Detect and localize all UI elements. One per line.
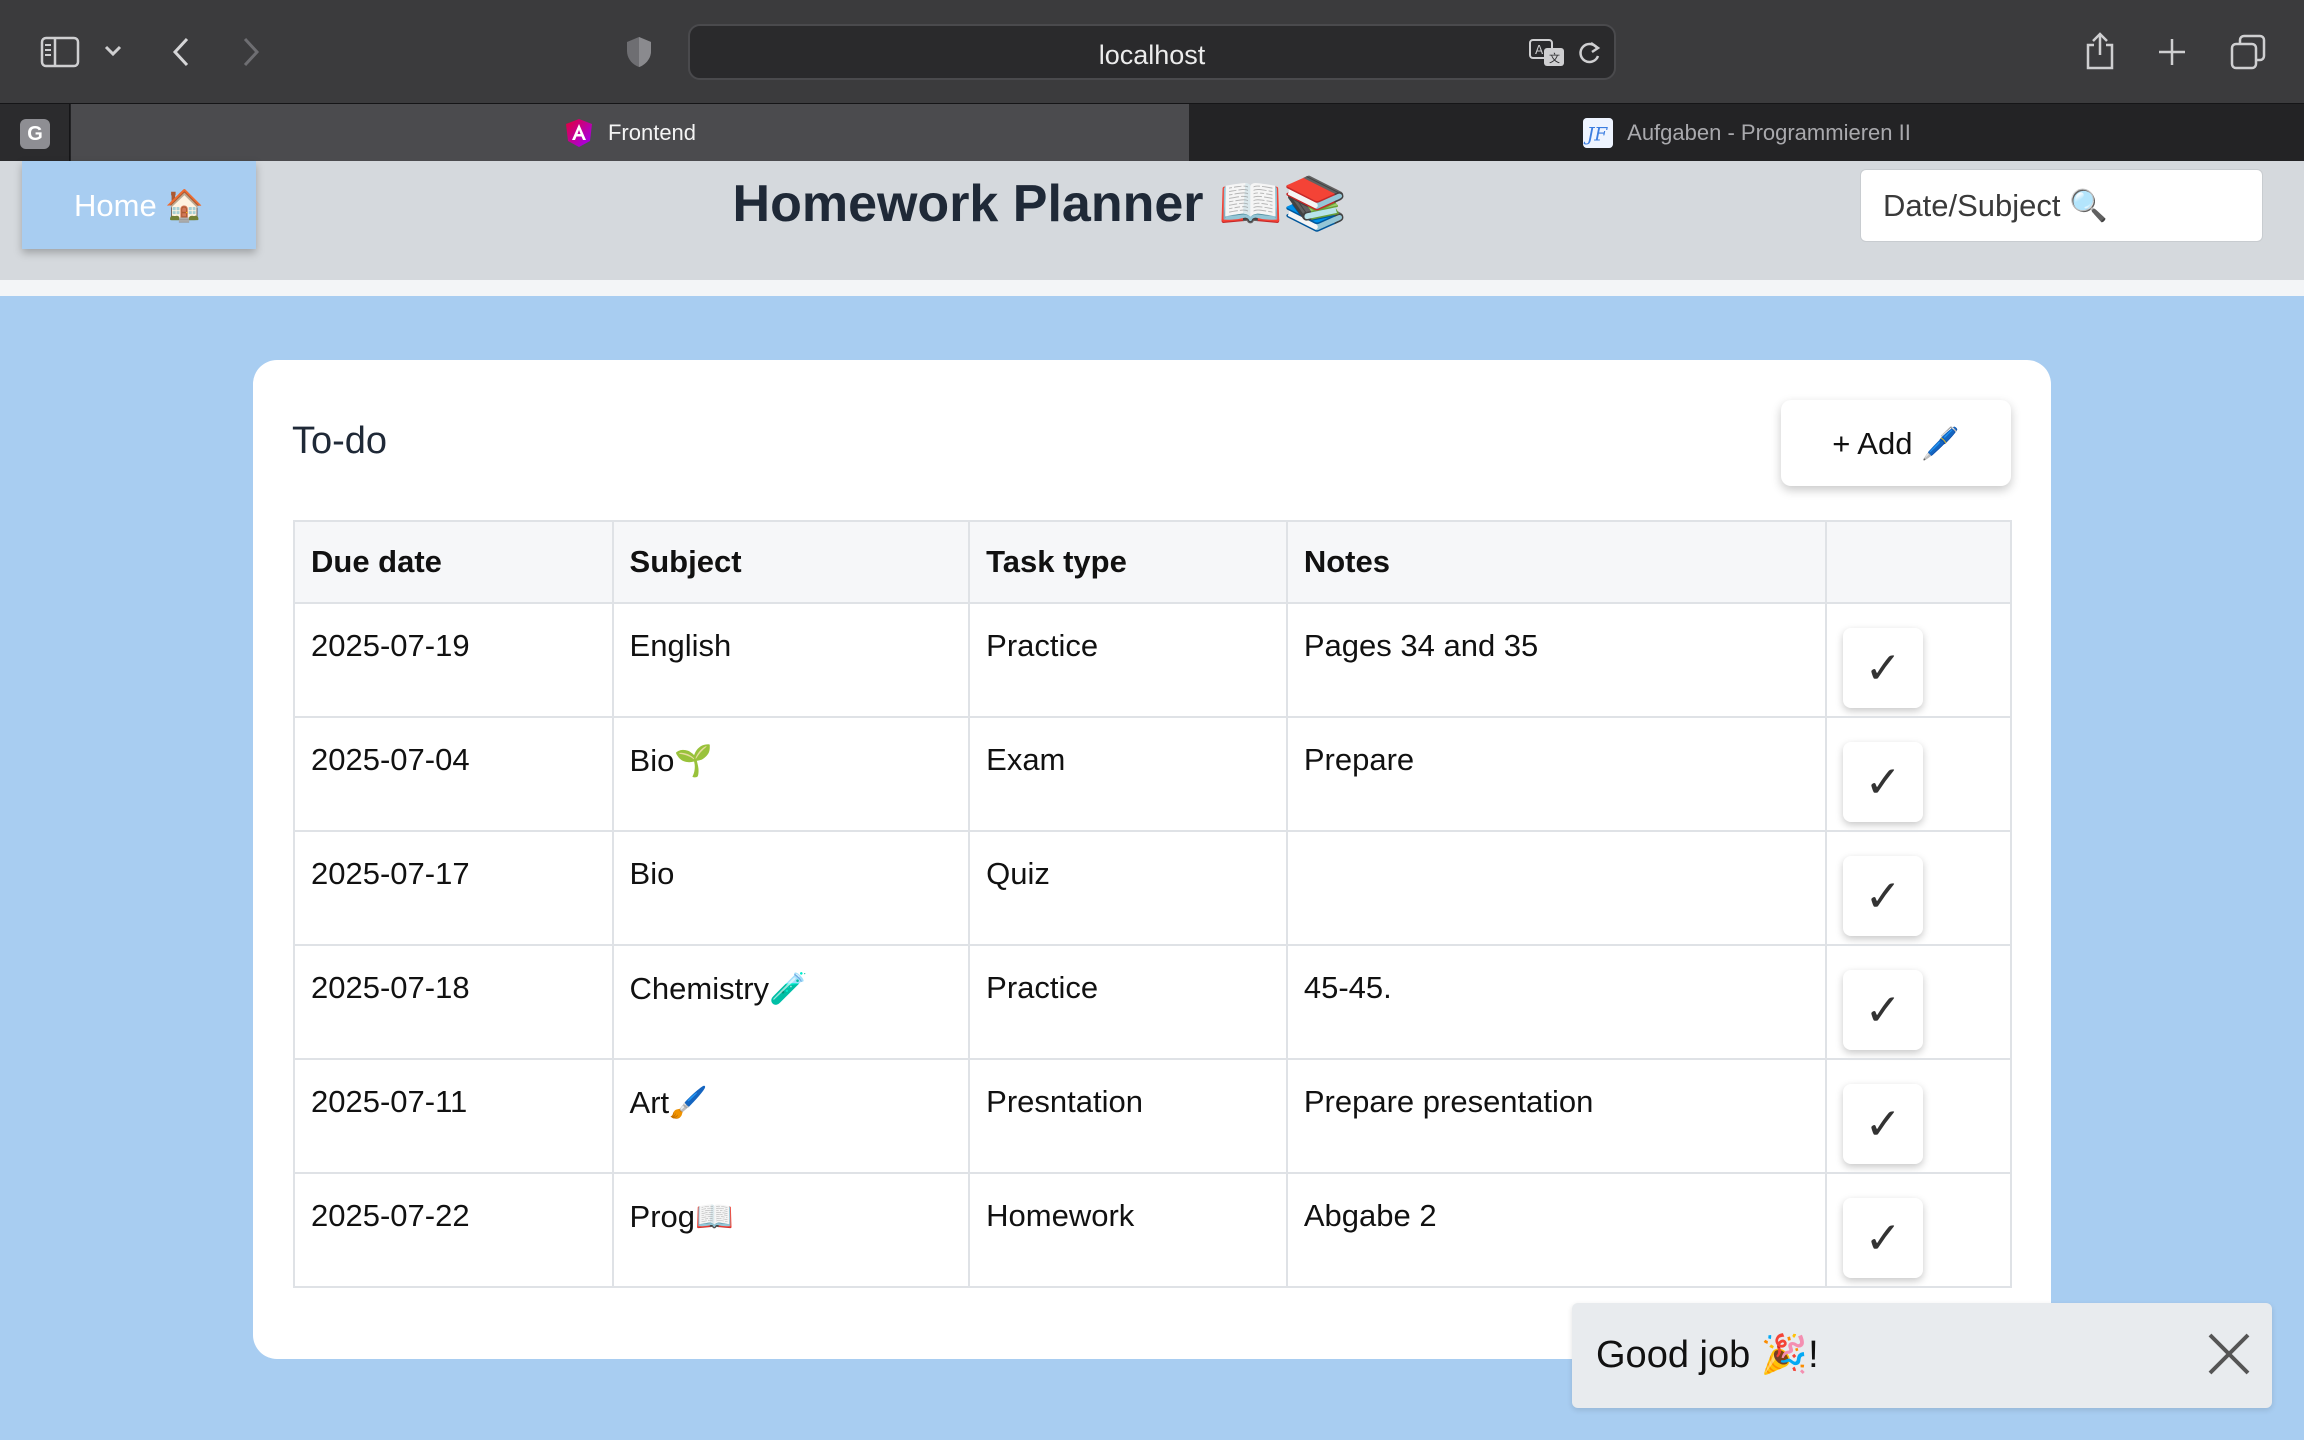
tab-label: Frontend — [607, 120, 697, 145]
column-header-subject: Subject — [611, 520, 971, 604]
task-type-cell: Exam — [968, 716, 1288, 832]
section-title: To-do — [292, 420, 388, 462]
table-row: 2025-07-18 Chemistry🧪 Practice 45-45. ✓ — [293, 944, 2012, 1060]
notes-cell: Prepare presentation — [1285, 1058, 1828, 1174]
action-cell: ✓ — [1825, 1058, 2012, 1174]
notes-cell: Prepare — [1285, 716, 1828, 832]
home-button[interactable]: Home 🏠 — [22, 161, 256, 249]
notes-cell: 45-45. — [1285, 944, 1828, 1060]
forward-arrow-icon[interactable] — [236, 30, 266, 74]
task-type-cell: Practice — [968, 944, 1288, 1060]
svg-text:A: A — [1535, 43, 1544, 57]
pinned-tab-favicon: G — [20, 119, 50, 149]
share-icon[interactable] — [2080, 28, 2120, 74]
due-date-cell: 2025-07-17 — [293, 830, 614, 946]
tab-label: Aufgaben - Programmieren II — [1627, 120, 1911, 145]
notes-cell: Pages 34 and 35 — [1285, 602, 1828, 718]
url-text: localhost — [1098, 40, 1206, 70]
action-cell: ✓ — [1825, 944, 2012, 1060]
task-type-cell: Homework — [968, 1172, 1288, 1288]
action-cell: ✓ — [1825, 602, 2012, 718]
table-row: 2025-07-11 Art🖌️ Presntation Prepare pre… — [293, 1058, 2012, 1174]
new-tab-plus-icon[interactable] — [2152, 32, 2192, 72]
chevron-down-icon[interactable] — [100, 38, 126, 64]
app-header: Home 🏠 Homework Planner 📖📚 — [0, 161, 2304, 296]
task-type-cell: Practice — [968, 602, 1288, 718]
toast-notification: Good job 🎉! — [1572, 1303, 2272, 1408]
add-task-button[interactable]: + Add 🖊️ — [1781, 400, 2011, 486]
action-cell: ✓ — [1825, 716, 2012, 832]
sidebar-toggle-icon[interactable] — [38, 30, 82, 74]
todo-table: Due date Subject Task type Notes 2025-07… — [293, 520, 2012, 1288]
action-cell: ✓ — [1825, 830, 2012, 946]
svg-text:文: 文 — [1549, 51, 1560, 65]
mark-done-button[interactable]: ✓ — [1843, 628, 1924, 708]
jf-logo-icon: JF — [1583, 118, 1614, 148]
subject-cell: Chemistry🧪 — [611, 944, 971, 1060]
address-bar[interactable]: localhost A文 — [688, 24, 1616, 80]
column-header-actions — [1825, 520, 2012, 604]
table-row: 2025-07-17 Bio Quiz ✓ — [293, 830, 2012, 946]
notes-cell: Abgabe 2 — [1285, 1172, 1828, 1288]
close-icon[interactable] — [2204, 1330, 2254, 1380]
angular-logo-icon — [564, 118, 594, 148]
mark-done-button[interactable]: ✓ — [1843, 742, 1924, 822]
subject-cell: English — [611, 602, 971, 718]
mark-done-button[interactable]: ✓ — [1843, 970, 1924, 1050]
due-date-cell: 2025-07-19 — [293, 602, 614, 718]
table-row: 2025-07-22 Prog📖 Homework Abgabe 2 ✓ — [293, 1172, 2012, 1288]
pinned-tab[interactable]: G — [0, 104, 70, 162]
translate-icon[interactable]: A文 — [1528, 38, 1566, 73]
reload-icon[interactable] — [1576, 39, 1602, 72]
column-header-due-date: Due date — [293, 520, 614, 604]
mark-done-button[interactable]: ✓ — [1843, 1198, 1924, 1278]
task-type-cell: Quiz — [968, 830, 1288, 946]
toast-message: Good job 🎉! — [1596, 1334, 1819, 1376]
svg-text:JF: JF — [1583, 125, 1608, 146]
due-date-cell: 2025-07-11 — [293, 1058, 614, 1174]
column-header-notes: Notes — [1285, 520, 1828, 604]
table-row: 2025-07-19 English Practice Pages 34 and… — [293, 602, 2012, 718]
tab-overview-icon[interactable] — [2226, 30, 2270, 74]
notes-cell — [1285, 830, 1828, 946]
due-date-cell: 2025-07-18 — [293, 944, 614, 1060]
table-row: 2025-07-04 Bio🌱 Exam Prepare ✓ — [293, 716, 2012, 832]
search-input[interactable] — [1860, 169, 2263, 242]
page-title: Homework Planner 📖📚 — [732, 175, 1348, 233]
mark-done-button[interactable]: ✓ — [1843, 1084, 1924, 1164]
task-type-cell: Presntation — [968, 1058, 1288, 1174]
column-header-task-type: Task type — [968, 520, 1288, 604]
subject-cell: Bio — [611, 830, 971, 946]
subject-cell: Bio🌱 — [611, 716, 971, 832]
tab-aufgaben[interactable]: JF Aufgaben - Programmieren II — [1190, 104, 2304, 162]
browser-toolbar: localhost A文 — [0, 0, 2304, 103]
todo-card: To-do + Add 🖊️ Due date Subject Task typ… — [253, 360, 2051, 1359]
privacy-shield-icon[interactable] — [624, 32, 654, 72]
due-date-cell: 2025-07-04 — [293, 716, 614, 832]
mark-done-button[interactable]: ✓ — [1843, 856, 1924, 936]
action-cell: ✓ — [1825, 1172, 2012, 1288]
table-header-row: Due date Subject Task type Notes — [293, 520, 2012, 604]
tab-frontend[interactable]: Frontend — [71, 104, 1189, 162]
back-arrow-icon[interactable] — [166, 30, 196, 74]
subject-cell: Prog📖 — [611, 1172, 971, 1288]
subject-cell: Art🖌️ — [611, 1058, 971, 1174]
due-date-cell: 2025-07-22 — [293, 1172, 614, 1288]
tab-bar: G Frontend JF Aufgaben - Programmieren I… — [0, 103, 2304, 162]
